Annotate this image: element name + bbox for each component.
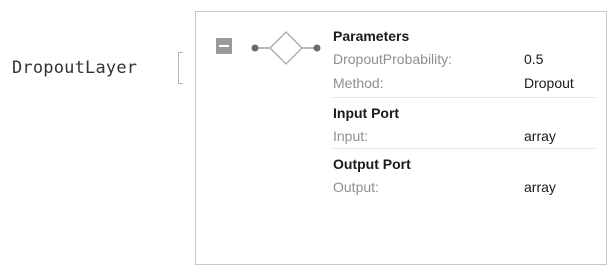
port-value: array [524, 128, 556, 144]
parameters-section: Parameters DropoutProbability: 0.5 Metho… [333, 25, 595, 98]
section-title-input-port: Input Port [333, 105, 400, 121]
port-key: Output: [333, 179, 379, 195]
open-bracket [178, 52, 183, 84]
section-title-parameters: Parameters [333, 28, 410, 44]
param-row-dropout-probability: DropoutProbability: 0.5 [333, 47, 595, 71]
param-key: DropoutProbability: [333, 51, 453, 67]
param-value: 0.5 [524, 51, 544, 67]
param-key: Method: [333, 75, 384, 91]
collapse-minus-icon[interactable] [216, 38, 232, 54]
output-port-section: Output Port Output: array [333, 153, 595, 199]
port-row-input: Input: array [333, 124, 595, 148]
param-value: Dropout [524, 75, 574, 91]
layer-diamond-icon [246, 28, 326, 73]
port-value: array [524, 179, 556, 195]
section-title-output-port: Output Port [333, 156, 411, 172]
layer-properties: Parameters DropoutProbability: 0.5 Metho… [333, 25, 595, 199]
layer-name-label: DropoutLayer [12, 58, 138, 78]
param-row-method: Method: Dropout [333, 71, 595, 95]
input-port-section: Input Port Input: array [333, 102, 595, 149]
port-row-output: Output: array [333, 175, 595, 199]
port-key: Input: [333, 128, 369, 144]
